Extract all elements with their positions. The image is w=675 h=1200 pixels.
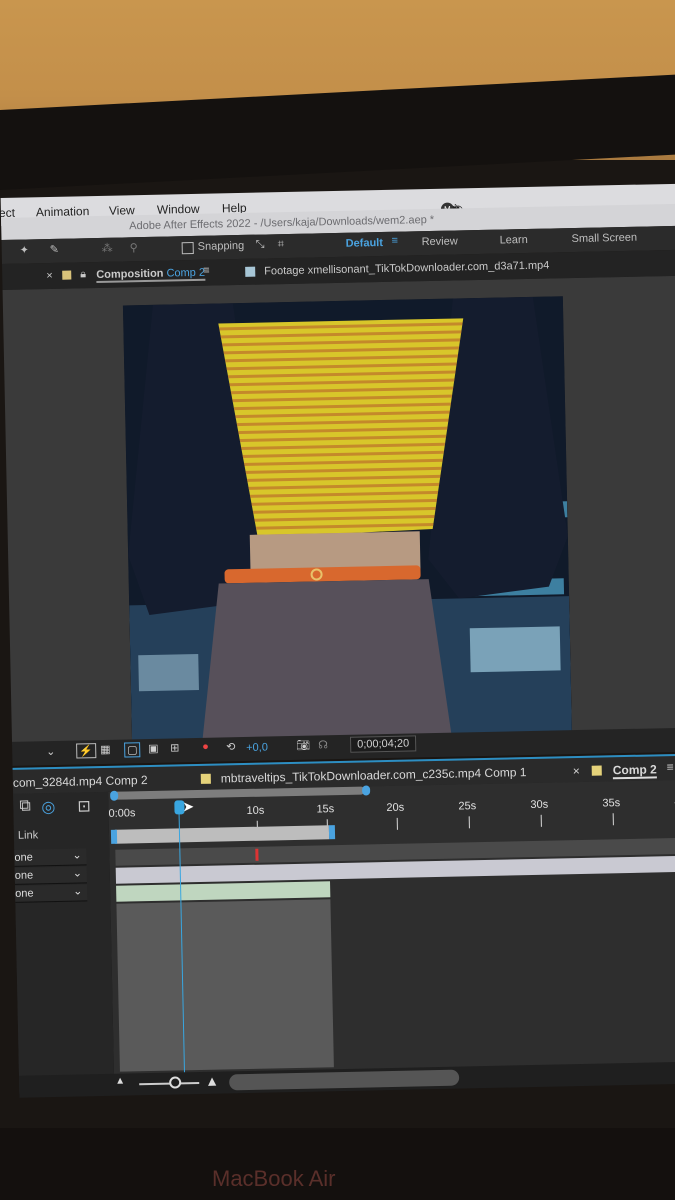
workspace-menu-icon[interactable]: ≡ xyxy=(391,235,398,247)
parent-value: one xyxy=(14,869,34,882)
panel-menu-icon[interactable]: ≡ xyxy=(667,760,674,774)
ruler-label: 10s xyxy=(246,804,265,817)
puppet-starch-icon[interactable]: ⚲ xyxy=(130,241,138,254)
composition-name: Comp 2 xyxy=(166,266,206,280)
ruler-tick xyxy=(396,817,398,830)
exposure-value[interactable]: +0,0 xyxy=(246,742,268,754)
tab-composition[interactable]: Composition Comp 2 xyxy=(96,266,206,284)
zoom-out-icon[interactable]: ▲ xyxy=(115,1076,125,1087)
tab-color-swatch xyxy=(62,270,72,280)
puppet-pin-icon[interactable]: ✦ xyxy=(20,243,29,256)
lock-icon[interactable]: 🔒︎ xyxy=(80,268,86,281)
pin-tool-icon[interactable]: ✎ xyxy=(50,243,59,256)
panel-menu-icon[interactable]: ≡ xyxy=(203,265,210,277)
ruler-label: 0:00s xyxy=(108,807,136,820)
ruler-tick xyxy=(612,813,614,826)
transparency-grid-icon[interactable]: ▦ xyxy=(100,743,111,756)
parent-link-header: Link xyxy=(17,829,39,842)
layer-parent-select[interactable]: one ⌄ xyxy=(15,884,88,903)
parent-value: one xyxy=(14,851,33,864)
composition-viewer[interactable] xyxy=(2,275,675,746)
workspace-default[interactable]: Default xyxy=(346,237,384,250)
timeline-panel: ⧉ ◎ ⊡ Link one ⌄ one ⌄ one ⌄ 0:00s 10s 1… xyxy=(13,779,675,1094)
workspace-learn[interactable]: Learn xyxy=(500,234,528,247)
zoom-in-icon[interactable]: ▲ xyxy=(205,1073,219,1089)
footage-swatch xyxy=(245,266,256,277)
layer-parent-select[interactable]: one ⌄ xyxy=(14,866,87,885)
tab-footage[interactable]: Footage xmellisonant_TikTokDownloader.co… xyxy=(264,260,549,278)
layer-bar[interactable] xyxy=(116,881,331,902)
tab-comp-2-active[interactable]: Comp 2 xyxy=(612,762,657,780)
snap-align-icon[interactable]: ⤡ xyxy=(256,238,265,251)
window-title: Adobe After Effects 2022 - /Users/kaja/D… xyxy=(129,213,435,233)
ruler-tick xyxy=(468,816,470,829)
snapping-checkbox[interactable] xyxy=(181,241,194,255)
snap-grid-icon[interactable]: ⌗ xyxy=(278,238,284,251)
composition-frame xyxy=(122,296,573,746)
graph-editor-icon[interactable]: ⊡ xyxy=(77,796,91,816)
motion-blur-icon[interactable]: ◎ xyxy=(41,797,55,817)
composition-label: Composition xyxy=(96,267,164,282)
parent-value: one xyxy=(15,887,34,900)
chevron-down-icon: ⌄ xyxy=(73,885,83,898)
timeline-tracks[interactable]: 0:00s 10s 15s 20s 25s 30s 35s 40s xyxy=(108,779,675,1092)
ruler-label: 35s xyxy=(602,797,621,810)
chevron-down-icon: ⌄ xyxy=(72,867,83,880)
snapshot-icon[interactable]: 📷︎ xyxy=(296,739,310,752)
puppet-advanced-icon[interactable]: ⁂ xyxy=(102,242,113,255)
exposure-reset-icon[interactable]: ⟲ xyxy=(226,740,235,753)
ruler-label: 30s xyxy=(530,798,549,812)
layer-parent-select[interactable]: one ⌄ xyxy=(14,848,87,867)
channel-icon[interactable]: ● xyxy=(202,741,209,753)
current-timecode[interactable]: 0;00;04;20 xyxy=(349,735,417,753)
horizontal-scrollbar[interactable] xyxy=(229,1069,460,1091)
mask-visibility-icon[interactable]: ▢ xyxy=(124,742,141,758)
show-snapshot-icon[interactable]: ☊ xyxy=(318,738,328,751)
workspace-review[interactable]: Review xyxy=(422,235,458,248)
chevron-down-icon[interactable]: ⌄ xyxy=(46,745,55,758)
close-icon[interactable]: × xyxy=(46,270,53,282)
comp-flowchart-icon[interactable]: ⧉ xyxy=(19,797,31,815)
navigator-end-handle[interactable] xyxy=(362,785,371,796)
region-of-interest-icon[interactable]: ▣ xyxy=(148,742,159,755)
layer-outline: ⧉ ◎ ⊡ Link one ⌄ one ⌄ one ⌄ xyxy=(13,791,116,1094)
fast-previews-icon[interactable]: ⚡ xyxy=(76,743,97,759)
ruler-label: 20s xyxy=(386,801,405,815)
navigator-start-handle[interactable] xyxy=(110,790,119,801)
chevron-down-icon: ⌄ xyxy=(72,849,82,862)
work-area-end-handle[interactable] xyxy=(328,825,336,840)
ruler-label: 15s xyxy=(316,803,335,816)
grid-guide-icon[interactable]: ⊞ xyxy=(170,741,179,754)
laptop-bottom-bezel: MacBook Air xyxy=(0,1128,675,1200)
laptop-screen: ect Animation View Window Help M ☁ ᛒ ☁ ▶… xyxy=(0,154,675,1123)
device-label: MacBook Air xyxy=(212,1166,336,1191)
work-area-start-handle[interactable] xyxy=(110,829,118,844)
video-frame-image xyxy=(122,296,573,746)
tab-swatch-comp1 xyxy=(200,773,211,784)
tab-comp-1[interactable]: mbtraveltips_TikTokDownloader.com_c235c.… xyxy=(221,765,527,785)
close-icon[interactable]: × xyxy=(573,764,580,778)
mouse-cursor-icon: ➤ xyxy=(182,798,195,815)
snapping-label: Snapping xyxy=(197,239,245,253)
workspace-small-screen[interactable]: Small Screen xyxy=(571,232,637,245)
keyframe-marker[interactable] xyxy=(255,848,259,861)
tab-comp-3284d[interactable]: com_3284d.mp4 Comp 2 xyxy=(13,773,148,790)
ruler-label: 25s xyxy=(458,800,477,813)
zoom-slider-thumb[interactable] xyxy=(169,1076,182,1089)
layer-track-area[interactable] xyxy=(116,899,334,1072)
ruler-tick xyxy=(540,814,542,827)
tab-swatch-comp2 xyxy=(591,765,602,776)
